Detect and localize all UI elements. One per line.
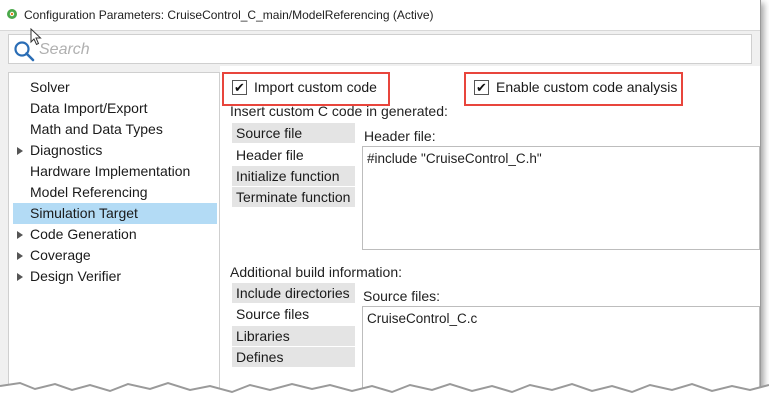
tree-item-code-generation[interactable]: Code Generation — [13, 224, 217, 245]
search-input[interactable] — [37, 38, 741, 62]
tab-terminate-function[interactable]: Terminate function — [232, 187, 355, 208]
simulink-app-icon — [7, 9, 17, 19]
tree-item-hardware-implementation[interactable]: Hardware Implementation — [13, 161, 217, 182]
header-file-textarea[interactable]: #include "CruiseControl_C.h" — [362, 146, 760, 250]
tree-item-design-verifier[interactable]: Design Verifier — [13, 266, 217, 287]
tab-source-files[interactable]: Source files — [232, 304, 355, 325]
tree-item-label: Data Import/Export — [30, 100, 148, 116]
tree-item-label: Hardware Implementation — [30, 163, 191, 179]
tree-item-label: Code Generation — [30, 226, 137, 242]
tab-initialize-function[interactable]: Initialize function — [232, 166, 355, 187]
tree-item-simulation-target[interactable]: Simulation Target — [13, 203, 217, 224]
tab-include-directories[interactable]: Include directories — [232, 283, 355, 304]
expand-arrow-icon[interactable] — [17, 231, 23, 239]
tree-item-coverage[interactable]: Coverage — [13, 245, 217, 266]
tree-item-label: Math and Data Types — [30, 121, 163, 137]
tree-item-label: Coverage — [30, 247, 91, 263]
tree-item-diagnostics[interactable]: Diagnostics — [13, 140, 217, 161]
tree-item-model-referencing[interactable]: Model Referencing — [13, 182, 217, 203]
tab-source-file[interactable]: Source file — [232, 123, 355, 144]
import-custom-code-checkbox[interactable]: ✔ — [232, 80, 247, 95]
tree-item-solver[interactable]: Solver — [13, 77, 217, 98]
enable-custom-code-analysis-checkbox-row[interactable]: ✔ Enable custom code analysis — [464, 72, 683, 106]
tree-item-math-data-types[interactable]: Math and Data Types — [13, 119, 217, 140]
expand-arrow-icon[interactable] — [17, 147, 23, 155]
header-file-value: #include "CruiseControl_C.h" — [367, 151, 542, 166]
header-file-label: Header file: — [364, 128, 436, 144]
search-bar — [0, 31, 760, 65]
search-box[interactable] — [8, 34, 752, 64]
category-tree: Solver Data Import/Export Math and Data … — [8, 72, 220, 395]
mouse-cursor-icon — [30, 28, 42, 46]
expand-arrow-icon[interactable] — [17, 273, 23, 281]
config-parameters-window: Configuration Parameters: CruiseControl_… — [0, 0, 761, 395]
build-info-section-label: Additional build information: — [230, 264, 402, 280]
tree-item-label: Model Referencing — [30, 184, 148, 200]
custom-code-section-label: Insert custom C code in generated: — [230, 103, 448, 119]
tab-defines[interactable]: Defines — [232, 347, 355, 368]
import-custom-code-label: Import custom code — [254, 79, 377, 95]
tab-header-file[interactable]: Header file — [232, 145, 355, 166]
source-files-label: Source files: — [363, 288, 441, 304]
expand-arrow-icon[interactable] — [17, 252, 23, 260]
tree-item-label: Simulation Target — [30, 205, 138, 221]
torn-edge-decoration — [0, 381, 769, 416]
tree-item-label: Solver — [30, 79, 70, 95]
window-title: Configuration Parameters: CruiseControl_… — [24, 8, 434, 22]
tree-item-label: Design Verifier — [30, 268, 122, 284]
title-bar: Configuration Parameters: CruiseControl_… — [0, 0, 760, 31]
source-files-value: CruiseControl_C.c — [367, 311, 478, 326]
tree-item-data-import-export[interactable]: Data Import/Export — [13, 98, 217, 119]
tab-libraries[interactable]: Libraries — [232, 326, 355, 347]
tree-item-label: Diagnostics — [30, 142, 103, 158]
import-custom-code-checkbox-row[interactable]: ✔ Import custom code — [222, 72, 390, 106]
enable-custom-code-analysis-label: Enable custom code analysis — [496, 79, 678, 95]
enable-custom-code-analysis-checkbox[interactable]: ✔ — [474, 80, 489, 95]
